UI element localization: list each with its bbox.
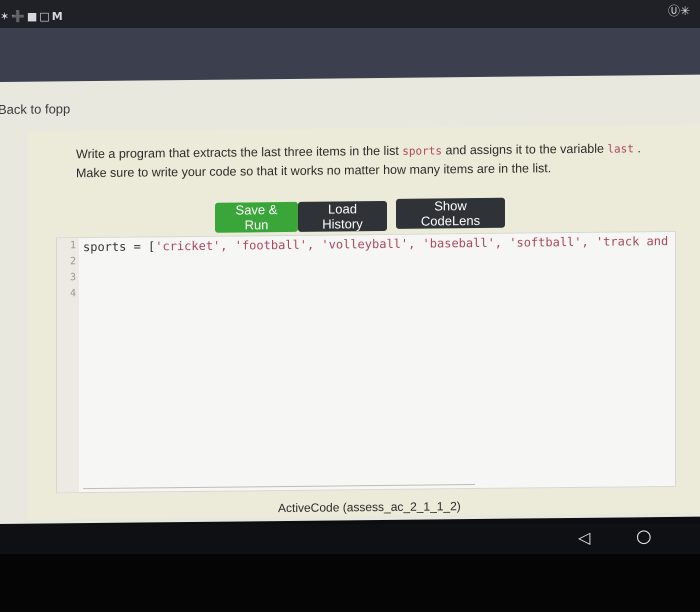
line-number-gutter: 1 2 3 4 [57,238,79,493]
prompt-text: Write a program that extracts the last t… [76,143,403,162]
back-to-fopp-link[interactable]: Back to fopp [0,101,70,117]
line-number: 3 [69,272,76,284]
activecode-caption: ActiveCode (assess_ac_2_1_1_2) [278,499,461,516]
code-editor[interactable]: 1 2 3 4 sports = ['cricket', 'football',… [56,230,676,494]
screen-bezel [0,554,700,612]
prompt-text: and assigns it to the variable [442,141,608,158]
save-and-run-button[interactable]: Save & Run [215,201,298,233]
code-token: sports = [ [83,239,156,255]
prompt-code-sports: sports [402,144,443,158]
back-triangle-icon[interactable]: ◁ [578,528,590,547]
prompt-text: . [633,141,641,156]
load-history-button[interactable]: Load History [298,200,387,232]
prompt-code-last: last [607,142,634,156]
editor-resize-border [83,484,475,490]
line-number: 1 [69,240,76,252]
activecode-exercise: Write a program that extracts the last t… [28,124,700,520]
show-codelens-button[interactable]: Show CodeLens [396,197,505,229]
status-notification-icons: ✶➕■□M [0,10,65,23]
android-navigation-bar: ◁ ○ [0,524,700,554]
home-circle-icon[interactable]: ○ [636,526,652,547]
exercise-prompt: Write a program that extracts the last t… [76,139,676,183]
code-line-1[interactable]: sports = ['cricket', 'football', 'volley… [83,232,669,256]
line-number: 2 [69,256,76,268]
page-content: Back to fopp Write a program that extrac… [0,74,700,525]
code-string-tokens: 'cricket', 'football', 'volleyball', 'ba… [155,234,669,254]
line-number: 4 [69,288,76,300]
prompt-text: Make sure to write your code so that it … [76,161,552,181]
status-bar: ✶➕■□M Ⓤ✳ [0,0,700,28]
status-system-icons: Ⓤ✳ [667,4,690,18]
